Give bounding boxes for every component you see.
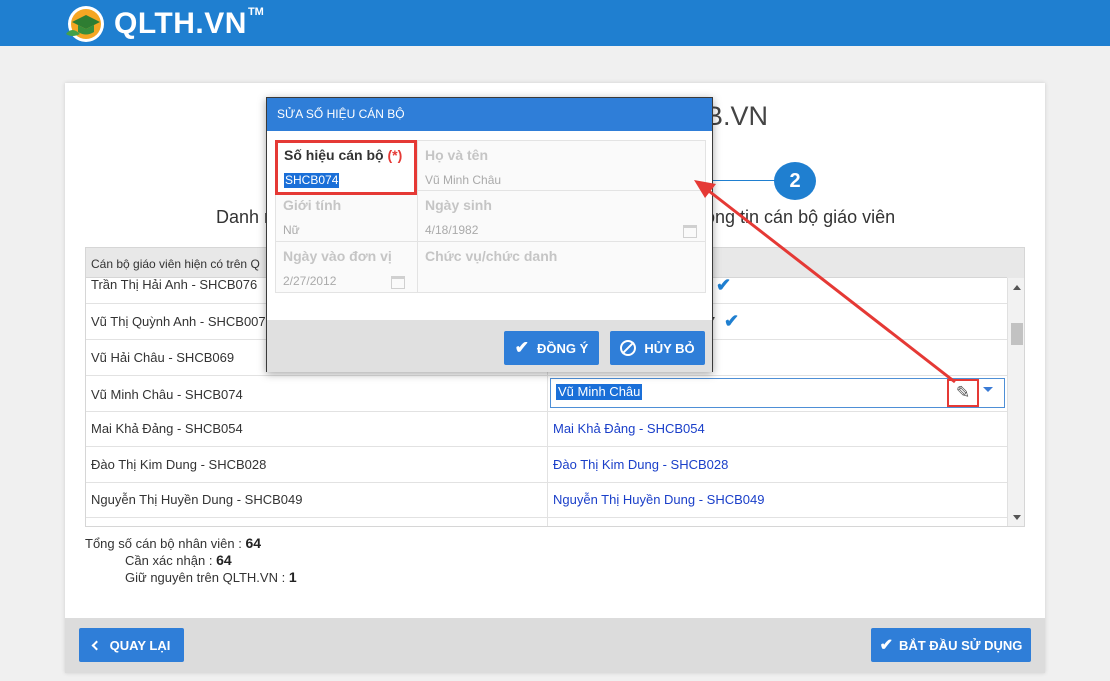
table-row[interactable] — [86, 518, 1007, 526]
cell-divider — [547, 483, 548, 517]
check-icon: ✔ — [514, 338, 529, 357]
scroll-up-icon[interactable] — [1013, 285, 1021, 290]
need-confirm: Cần xác nhận : 64 — [85, 552, 297, 569]
graduation-cap-logo-icon — [62, 4, 110, 44]
cell-divider — [547, 412, 548, 446]
keep-label: Giữ nguyên trên QLTH.VN : — [125, 570, 289, 585]
row-right-cell[interactable]: Đào Thị Kim Dung - SHCB028 — [553, 457, 728, 472]
table-row[interactable]: Nguyễn Thị Huyền Dung - SHCB049 Nguyễn T… — [86, 483, 1007, 518]
name-value: Vũ Minh Châu — [425, 173, 502, 187]
brand-name: QLTH.VN — [114, 7, 247, 40]
cell-divider — [547, 518, 548, 526]
confirm-value: 64 — [216, 552, 232, 568]
trademark: TM — [247, 6, 264, 18]
join-value: 2/27/2012 — [283, 274, 337, 288]
name-label: Họ và tên — [425, 147, 489, 163]
row-right-cell[interactable]: Mai Khả Đảng - SHCB054 — [553, 421, 705, 436]
check-icon: ✔ — [716, 275, 732, 295]
back-button[interactable]: QUAY LẠI — [79, 628, 184, 662]
cancel-label: HỦY BỎ — [644, 340, 695, 356]
row-right-cell[interactable]: Nguyễn Thị Huyền Dung - SHCB049 — [553, 492, 765, 507]
dob-field: Ngày sinh 4/18/1982 — [417, 190, 706, 242]
scroll-down-icon[interactable] — [1013, 515, 1021, 520]
gender-field: Giới tính Nữ — [275, 190, 418, 242]
row-left-cell: Vũ Hải Châu - SHCB069 — [91, 350, 235, 365]
check-icon: ✔ — [724, 311, 740, 331]
panel-footer: QUAY LẠI ✔ BẮT ĐẦU SỬ DỤNG — [65, 618, 1045, 673]
combobox-value[interactable]: Vũ Minh Châu — [556, 384, 643, 400]
staff-combobox[interactable]: Vũ Minh Châu ✎ — [550, 378, 1005, 408]
dialog-footer: ✔ ĐỒNG Ý HỦY BỎ — [267, 320, 712, 372]
dob-label: Ngày sinh — [425, 197, 492, 213]
total-staff: Tổng số cán bộ nhân viên : 64 — [85, 535, 297, 552]
step-2-indicator: 2 — [774, 162, 816, 200]
pencil-icon[interactable]: ✎ — [947, 379, 979, 407]
table-row[interactable]: Đào Thị Kim Dung - SHCB028 Đào Thị Kim D… — [86, 447, 1007, 483]
row-left-cell: Vũ Minh Châu - SHCB074 — [91, 387, 243, 402]
gender-label: Giới tính — [283, 197, 342, 213]
row-left-cell: Mai Khả Đảng - SHCB054 — [91, 421, 243, 436]
join-label: Ngày vào đơn vị — [283, 248, 392, 264]
chevron-left-icon — [91, 640, 102, 650]
logo[interactable]: QLTH.VN TM — [62, 4, 264, 44]
total-value: 64 — [245, 535, 262, 551]
code-field-highlight[interactable]: Số hiệu cán bộ (*) SHCB074 — [275, 140, 417, 195]
row-left-cell: Nguyễn Thị Huyền Dung - SHCB049 — [91, 492, 303, 507]
vertical-scrollbar[interactable] — [1007, 278, 1024, 526]
code-label: Số hiệu cán bộ (*) — [284, 147, 402, 163]
dialog-title: SỬA SỐ HIỆU CÁN BỘ — [267, 98, 712, 131]
ok-button[interactable]: ✔ ĐỒNG Ý — [504, 331, 599, 365]
join-date-field: Ngày vào đơn vị 2/27/2012 — [275, 241, 418, 293]
edit-staff-code-dialog: SỬA SỐ HIỆU CÁN BỘ Họ và tên Vũ Minh Châ… — [266, 97, 713, 372]
start-using-button[interactable]: ✔ BẮT ĐẦU SỬ DỤNG — [871, 628, 1031, 662]
confirm-label: Cần xác nhận : — [125, 553, 217, 568]
check-icon: ✔ — [879, 637, 893, 654]
keep-value: 1 — [288, 569, 297, 585]
cell-divider — [547, 447, 548, 482]
calendar-icon — [391, 276, 405, 289]
cancel-icon — [620, 340, 637, 356]
code-input[interactable]: SHCB074 — [284, 173, 340, 188]
chevron-down-icon[interactable] — [983, 387, 993, 392]
scroll-thumb[interactable] — [1011, 323, 1023, 345]
table-row[interactable]: Mai Khả Đảng - SHCB054 Mai Khả Đảng - SH… — [86, 412, 1007, 447]
gender-value: Nữ — [283, 223, 300, 237]
row-left-cell: Đào Thị Kim Dung - SHCB028 — [91, 457, 267, 472]
edit-form: Họ và tên Vũ Minh Châu Giới tính Nữ Ngày… — [275, 140, 706, 295]
row-left-cell: Vũ Thị Quỳnh Anh - SHCB007 — [91, 314, 266, 329]
ok-label: ĐỒNG Ý — [536, 340, 589, 356]
step-connector — [705, 180, 775, 181]
page-title: B.VN — [705, 101, 769, 131]
code-label-text: Số hiệu cán bộ — [284, 147, 384, 163]
top-bar: QLTH.VN TM — [0, 0, 1110, 46]
start-label: BẮT ĐẦU SỬ DỤNG — [898, 637, 1023, 653]
cancel-button[interactable]: HỦY BỎ — [610, 331, 705, 365]
total-label: Tổng số cán bộ nhân viên : — [85, 536, 246, 551]
calendar-icon — [683, 225, 697, 238]
position-field: Chức vụ/chức danh — [417, 241, 706, 293]
name-field: Họ và tên Vũ Minh Châu — [417, 140, 706, 191]
keep-unchanged: Giữ nguyên trên QLTH.VN : 1 — [85, 569, 297, 586]
back-label: QUAY LẠI — [109, 637, 171, 653]
step-2-label: ông tin cán bộ giáo viên — [705, 207, 896, 227]
grid-header-corner — [1007, 248, 1024, 278]
dob-value: 4/18/1982 — [425, 223, 479, 237]
row-left-cell: Trần Thị Hải Anh - SHCB076 — [91, 277, 258, 292]
summary: Tổng số cán bộ nhân viên : 64 Cần xác nh… — [85, 535, 297, 586]
position-label: Chức vụ/chức danh — [425, 248, 558, 264]
required-marker: (*) — [387, 147, 403, 163]
cell-divider — [547, 376, 548, 411]
